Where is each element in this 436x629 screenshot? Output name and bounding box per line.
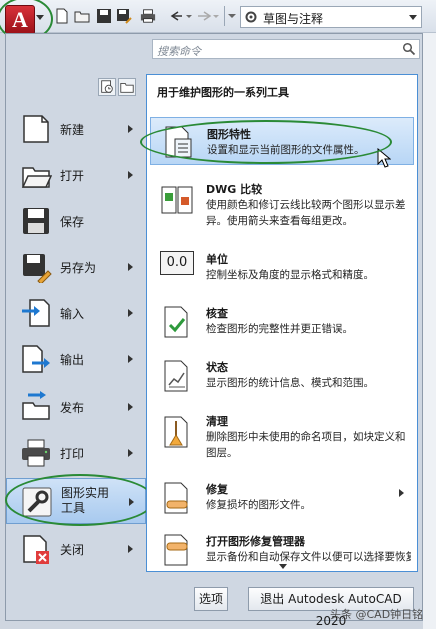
menu-item-print[interactable]: 打印 (6, 430, 146, 476)
gear-icon (245, 11, 257, 23)
options-button[interactable]: 选项 (194, 587, 228, 611)
flyout-item-desc: 删除图形中未使用的命名项目，如块定义和图层。 (206, 431, 406, 459)
flyout-item-status[interactable]: 状态 显示图形的统计信息、模式和范围。 (150, 351, 414, 401)
import-icon (22, 299, 50, 327)
open-folder-icon (21, 167, 52, 188)
flyout-item-dwg-compare[interactable]: DWG 比较 使用颜色和修订云线比较两个图形以显示差异。使用箭头来查看每组更改。 (150, 173, 414, 233)
search-field[interactable]: 搜索命令 (152, 39, 420, 59)
chevron-right-icon (128, 125, 133, 133)
flyout-item-desc: 使用颜色和修订云线比较两个图形以显示差异。使用箭头来查看每组更改。 (206, 199, 406, 227)
chevron-right-icon (128, 263, 133, 271)
recent-documents-icon[interactable] (98, 78, 116, 96)
flyout-item-audit[interactable]: 核查 检查图形的完整性并更正错误。 (150, 297, 414, 347)
dwg-compare-icon (161, 186, 193, 214)
new-document-icon (23, 115, 49, 143)
menu-item-open[interactable]: 打开 (6, 152, 146, 198)
scroll-down-icon[interactable] (279, 564, 287, 569)
status-icon (164, 360, 188, 392)
highlight-ellipse (140, 120, 392, 164)
flyout-item-recover[interactable]: 修复 修复损坏的图形文件。 (150, 475, 414, 523)
chevron-right-icon (128, 449, 133, 457)
flyout-item-purge[interactable]: 清理 删除图形中未使用的命名项目，如块定义和图层。 (150, 405, 414, 465)
menu-item-label: 保存 (60, 215, 85, 229)
export-icon (22, 345, 50, 373)
quick-access-toolbar: A 草图与注释 (0, 0, 436, 41)
chevron-right-icon (399, 489, 404, 497)
audit-icon (164, 306, 188, 338)
menu-item-label: 输出 (60, 353, 85, 367)
chevron-right-icon (128, 355, 133, 363)
new-icon[interactable] (54, 8, 70, 24)
print-icon (22, 439, 50, 467)
flyout-item-desc: 修复损坏的图形文件。 (206, 499, 311, 511)
chevron-right-icon (128, 403, 133, 411)
workspace-selector[interactable]: 草图与注释 (240, 6, 422, 28)
menu-item-import[interactable]: 输入 (6, 290, 146, 336)
menu-item-label: 打印 (60, 447, 85, 461)
publish-icon (22, 391, 50, 420)
flyout-item-desc: 显示图形的统计信息、模式和范围。 (206, 377, 374, 389)
save-floppy-icon (23, 208, 49, 234)
menu-item-export[interactable]: 输出 (6, 336, 146, 382)
menu-item-new[interactable]: 新建 (6, 106, 146, 152)
menu-item-label: 发布 (60, 401, 85, 415)
workspace-label: 草图与注释 (263, 12, 324, 26)
open-documents-icon[interactable] (118, 78, 136, 96)
toolbar-separator (224, 6, 225, 26)
save-as-icon (23, 254, 52, 283)
menu-item-publish[interactable]: 发布 (6, 384, 146, 430)
chevron-right-icon (128, 309, 133, 317)
print-icon[interactable] (140, 8, 156, 24)
menu-item-label: 另存为 (60, 261, 97, 275)
menu-item-save[interactable]: 保存 (6, 198, 146, 244)
flyout-item-desc: 显示备份和自动保存文件以便可以选择要恢复 (206, 551, 411, 563)
flyout-item-title: 修复 (206, 483, 228, 496)
menu-item-save-as[interactable]: 另存为 (6, 244, 146, 290)
recover-icon (164, 482, 188, 514)
purge-icon (164, 416, 188, 448)
menu-item-label: 新建 (60, 123, 85, 137)
highlight-ellipse (5, 474, 155, 526)
chevron-right-icon (128, 171, 133, 179)
recovery-manager-icon (164, 534, 188, 566)
menu-item-label: 输入 (60, 307, 85, 321)
flyout-item-title: 单位 (206, 253, 228, 266)
units-icon: 0.0 (160, 251, 194, 275)
chevron-down-icon[interactable] (227, 8, 237, 24)
redo-icon[interactable] (196, 8, 220, 24)
close-document-icon (23, 535, 49, 564)
flyout-item-title: DWG 比较 (206, 183, 263, 196)
save-as-icon[interactable] (116, 8, 132, 24)
flyout-item-title: 清理 (206, 415, 228, 428)
watermark: 头条 @CAD钟日铭 (330, 608, 424, 621)
search-placeholder: 搜索命令 (157, 45, 201, 58)
flyout-item-desc: 检查图形的完整性并更正错误。 (206, 323, 353, 335)
menu-item-label: 关闭 (60, 543, 85, 557)
flyout-item-units[interactable]: 0.0 单位 控制坐标及角度的显示格式和精度。 (150, 245, 414, 289)
flyout-item-title: 状态 (206, 361, 228, 374)
flyout-item-desc: 控制坐标及角度的显示格式和精度。 (206, 269, 374, 281)
drawing-area-edge (423, 33, 436, 629)
chevron-right-icon (128, 545, 133, 553)
flyout-header: 用于维护图形的一系列工具 (157, 86, 289, 99)
menu-item-label: 打开 (60, 169, 85, 183)
menu-item-close[interactable]: 关闭 (6, 526, 146, 572)
flyout-item-title: 打开图形修复管理器 (206, 535, 305, 548)
search-icon[interactable] (402, 42, 416, 56)
undo-icon[interactable] (168, 8, 192, 24)
open-icon[interactable] (74, 8, 90, 24)
save-icon[interactable] (96, 8, 112, 24)
chevron-down-icon (409, 15, 417, 20)
flyout-item-title: 核查 (206, 307, 228, 320)
application-menu: 搜索命令 新建 打开 保存 另存为 输入 输出 发布 打印 图形实用 工具 关闭… (5, 33, 423, 628)
